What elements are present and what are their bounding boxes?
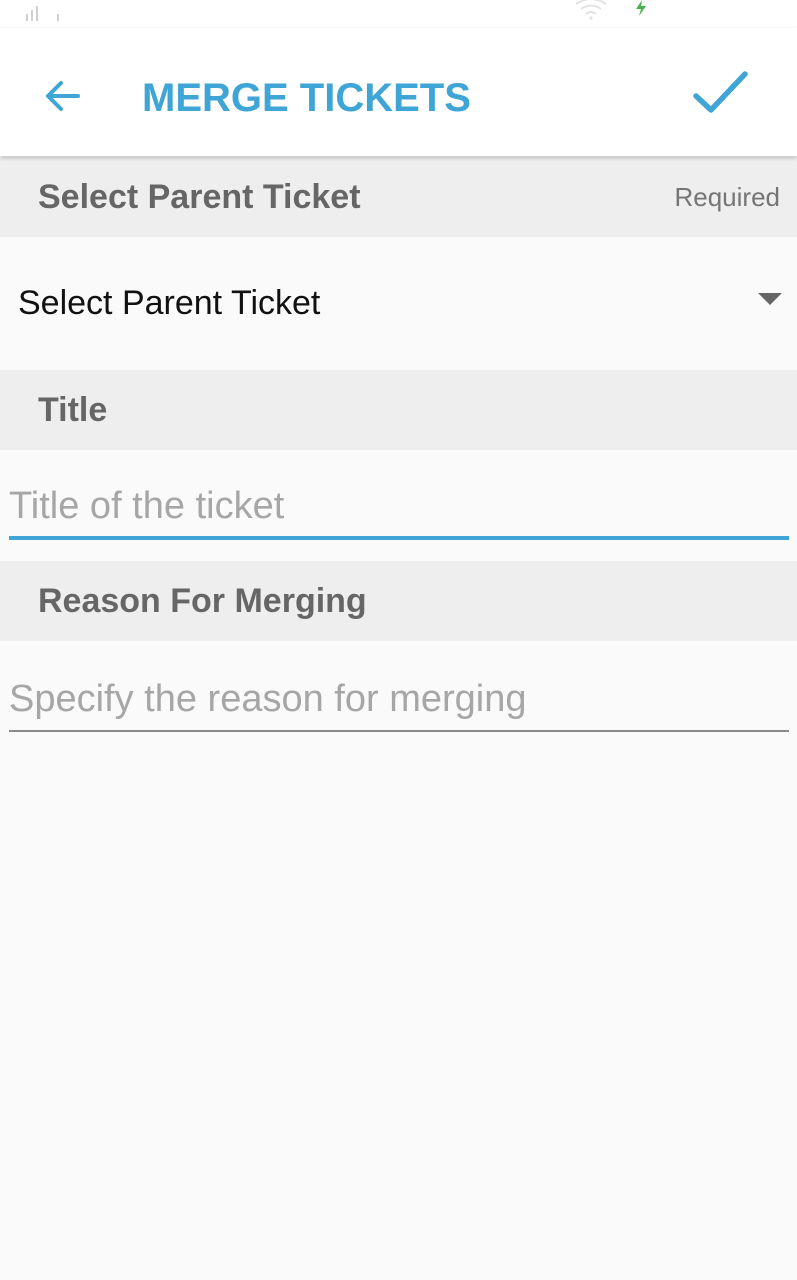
page-title: MERGE TICKETS (142, 76, 471, 120)
reason-field-wrap (9, 668, 789, 732)
section-header-parent-ticket: Select Parent Ticket Required (0, 157, 797, 237)
dropdown-triangle-icon (758, 293, 782, 305)
section-label: Select Parent Ticket (38, 178, 361, 216)
dropdown-selected-value: Select Parent Ticket (18, 284, 321, 322)
confirm-button[interactable] (686, 58, 754, 126)
app-bar: MERGE TICKETS (0, 28, 797, 156)
section-label: Title (38, 391, 108, 429)
title-input[interactable] (9, 476, 789, 540)
checkmark-icon (693, 71, 748, 113)
section-header-reason: Reason For Merging (0, 561, 797, 641)
arrow-left-icon (46, 81, 80, 111)
signal-icon (26, 6, 59, 21)
status-bar (0, 0, 797, 28)
required-label: Required (674, 182, 780, 212)
parent-ticket-dropdown[interactable]: Select Parent Ticket (0, 237, 797, 370)
back-button[interactable] (34, 68, 90, 124)
wifi-icon (575, 0, 607, 20)
charging-icon (636, 0, 646, 16)
reason-input[interactable] (9, 668, 789, 732)
title-field-wrap (9, 476, 789, 540)
section-header-title: Title (0, 370, 797, 450)
section-label: Reason For Merging (38, 582, 367, 620)
